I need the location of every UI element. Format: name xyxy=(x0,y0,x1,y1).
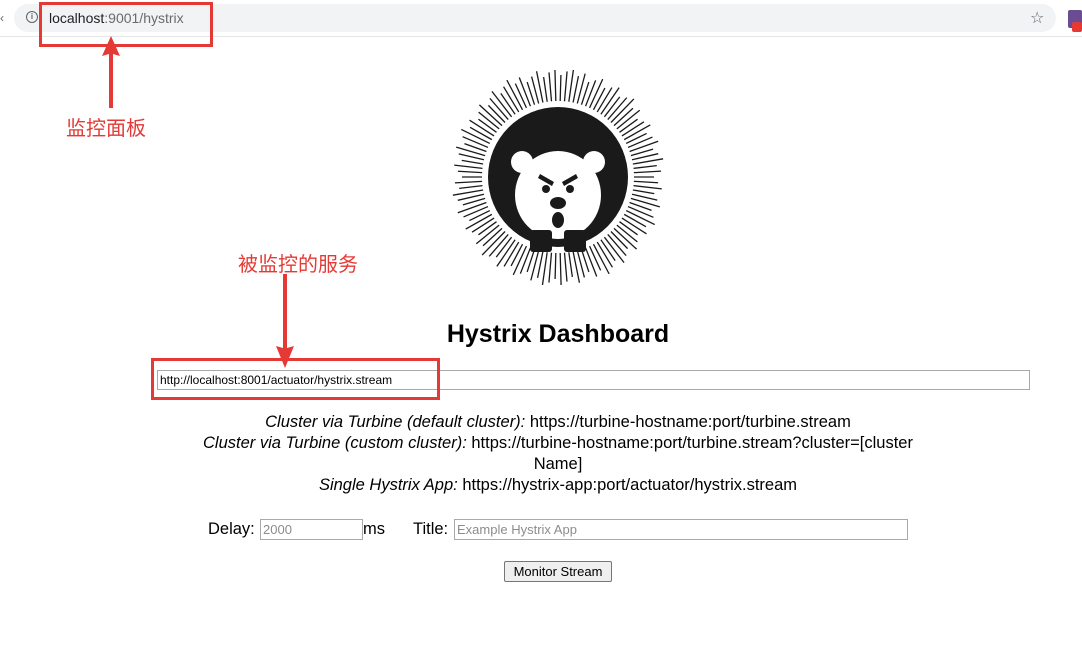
star-icon[interactable]: ☆ xyxy=(1030,8,1044,28)
delay-label: Delay: xyxy=(208,520,255,538)
logo-spike xyxy=(452,189,484,196)
logo-spike xyxy=(454,180,483,184)
stream-highlight-box xyxy=(151,358,440,400)
logo-spike xyxy=(548,252,553,283)
logo-spike xyxy=(457,170,483,174)
logo-spike xyxy=(632,189,655,195)
logo-spike xyxy=(625,132,647,145)
logo-spike xyxy=(518,77,532,107)
title-input[interactable] xyxy=(454,519,908,540)
monitor-panel-label: 监控面板 xyxy=(66,116,146,140)
logo-spike xyxy=(457,201,487,214)
logo-spike xyxy=(469,209,491,222)
back-chevron-icon[interactable]: ‹ xyxy=(0,11,4,25)
example-label: Single Hystrix App: xyxy=(318,476,458,494)
hystrix-logo xyxy=(452,70,664,285)
title-label: Title: xyxy=(413,520,449,538)
logo-spike xyxy=(469,126,493,141)
logo-spike xyxy=(514,83,528,109)
example-label: Cluster via Turbine (default cluster): xyxy=(265,413,526,431)
logo-spike xyxy=(536,251,544,278)
logo-spike xyxy=(554,70,557,102)
logo-spike xyxy=(633,180,659,184)
logo-spike xyxy=(510,243,524,267)
logo-spike xyxy=(592,87,606,111)
example-single-app: Single Hystrix App: https://hystrix-app:… xyxy=(0,475,1082,496)
monitor-stream-button[interactable]: Monitor Stream xyxy=(504,561,612,582)
logo-spike xyxy=(461,159,484,165)
page-title: Hystrix Dashboard xyxy=(446,320,670,348)
stream-examples: Cluster via Turbine (default cluster): h… xyxy=(0,412,1082,496)
logo-spike xyxy=(627,205,654,218)
logo-spike xyxy=(632,158,664,165)
delay-input[interactable] xyxy=(260,519,363,540)
logo-spike xyxy=(633,165,657,169)
logo-spike xyxy=(629,140,659,153)
logo-spike xyxy=(588,245,602,271)
example-default-cluster: Cluster via Turbine (default cluster): h… xyxy=(0,412,1082,433)
logo-spike xyxy=(633,185,662,190)
url-annotation-arrow xyxy=(102,36,120,108)
logo-spike xyxy=(463,205,489,218)
logo-spike xyxy=(619,118,638,133)
logo-spike xyxy=(541,252,548,285)
logo-spike xyxy=(633,170,662,174)
logo-spike xyxy=(627,136,653,149)
url-highlight-box xyxy=(39,2,213,47)
logo-spike xyxy=(559,252,562,285)
logo-spike xyxy=(478,221,497,236)
logo-spike xyxy=(459,185,483,189)
logo-spike xyxy=(554,252,557,279)
example-label: Cluster via Turbine (custom cluster): xyxy=(203,434,467,452)
example-custom-cluster: Cluster via Turbine (custom cluster): ht… xyxy=(198,433,918,475)
info-icon[interactable]: i xyxy=(26,11,38,23)
logo-spike xyxy=(462,136,489,149)
delay-unit: ms xyxy=(363,520,385,538)
example-value: https://turbine-hostname:port/turbine.st… xyxy=(466,434,913,473)
example-value: https://hystrix-app:port/actuator/hystri… xyxy=(457,476,798,494)
logo-spike xyxy=(519,247,532,274)
logo-spike xyxy=(563,252,568,282)
logo-spike xyxy=(454,164,483,169)
logo-spike xyxy=(478,118,497,133)
logo-spike xyxy=(542,76,548,102)
logo-spike xyxy=(584,247,598,277)
logo-spike xyxy=(584,80,597,107)
logo-spike xyxy=(619,221,638,236)
logo-spike xyxy=(548,72,553,102)
extension-badge xyxy=(1072,22,1082,32)
logo-spike xyxy=(572,76,580,103)
logo-spike xyxy=(563,71,568,102)
example-value: https://turbine-hostname:port/turbine.st… xyxy=(525,413,851,431)
logo-spike xyxy=(623,213,647,228)
logo-spike xyxy=(568,252,574,278)
logo-spike xyxy=(559,75,562,102)
logo-spike xyxy=(568,70,575,102)
